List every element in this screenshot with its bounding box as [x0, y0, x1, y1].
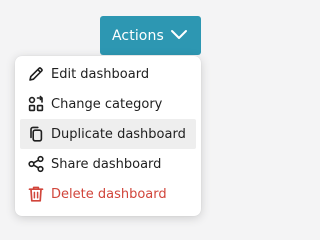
share-icon	[27, 155, 45, 173]
menu-item-share-dashboard[interactable]: Share dashboard	[20, 149, 196, 179]
actions-button[interactable]: Actions	[100, 16, 201, 55]
menu-item-label: Share dashboard	[51, 156, 162, 172]
category-icon	[27, 95, 45, 113]
duplicate-icon	[27, 125, 45, 143]
menu-item-label: Change category	[51, 96, 163, 112]
menu-item-change-category[interactable]: Change category	[20, 89, 196, 119]
trash-icon	[27, 185, 45, 203]
menu-item-label: Duplicate dashboard	[51, 126, 186, 142]
menu-item-duplicate-dashboard[interactable]: Duplicate dashboard	[20, 119, 196, 149]
actions-button-label: Actions	[112, 27, 164, 44]
chevron-down-icon	[171, 30, 187, 39]
menu-item-delete-dashboard[interactable]: Delete dashboard	[20, 179, 196, 209]
actions-dropdown-menu: Edit dashboard Change category Duplicate…	[15, 56, 201, 216]
menu-item-edit-dashboard[interactable]: Edit dashboard	[20, 59, 196, 89]
menu-item-label: Delete dashboard	[51, 186, 167, 202]
menu-item-label: Edit dashboard	[51, 66, 150, 82]
pencil-icon	[27, 65, 45, 83]
